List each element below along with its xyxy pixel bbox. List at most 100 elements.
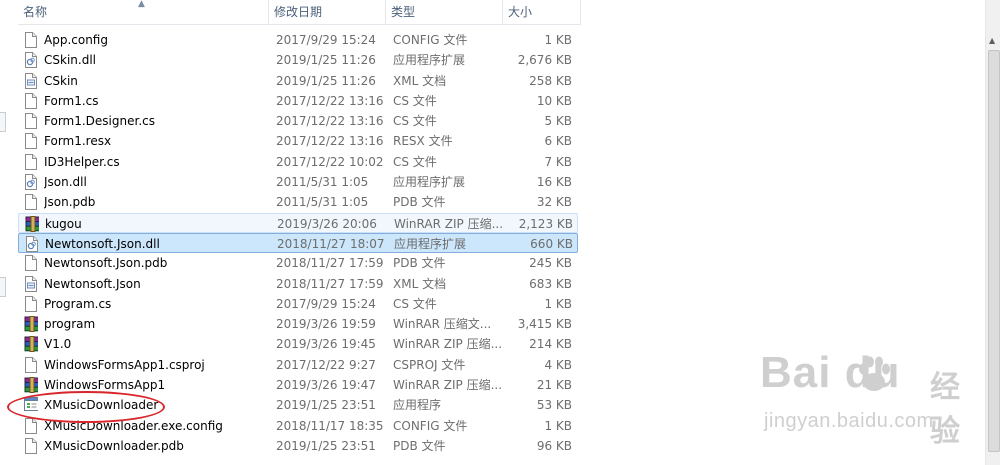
file-size: 1 KB	[544, 418, 572, 433]
file-name: Newtonsoft.Json	[44, 276, 141, 291]
file-modified-date: 2018/11/17 18:35	[276, 418, 384, 433]
file-icon	[24, 133, 38, 150]
file-icon	[24, 92, 38, 109]
file-type: CS 文件	[393, 114, 437, 129]
file-type: 应用程序扩展	[394, 236, 467, 251]
file-type: WinRAR ZIP 压缩...	[393, 378, 503, 393]
column-header-date-label: 修改日期	[274, 5, 323, 19]
file-size: 245 KB	[529, 256, 572, 271]
dll-file-icon	[24, 52, 38, 69]
file-type: XML 文档	[393, 276, 447, 291]
column-header-type[interactable]: 类型	[386, 0, 503, 24]
file-name: Newtonsoft.Json.pdb	[44, 256, 168, 271]
baidu-jingyan-watermark: Bai du 经验 jingyan.baidu.com	[760, 348, 980, 448]
file-type: RESX 文件	[393, 134, 453, 149]
file-name: Form1.Designer.cs	[44, 114, 155, 129]
file-size: 5 KB	[544, 114, 572, 129]
file-icon	[24, 194, 38, 211]
file-row[interactable]: Json.pdb 2011/5/31 1:05 PDB 文件 32 KB	[18, 192, 578, 212]
file-row[interactable]: Form1.resx 2017/12/22 13:16 RESX 文件 6 KB	[18, 131, 578, 151]
scroll-up-arrow-icon[interactable]: ▲	[989, 36, 995, 45]
file-modified-date: 2017/12/22 10:02	[276, 154, 384, 169]
watermark-url: jingyan.baidu.com	[764, 410, 934, 432]
file-name: Form1.resx	[44, 134, 112, 149]
scrollbar-thumb[interactable]	[988, 50, 1000, 452]
file-name: program	[44, 317, 96, 332]
file-row[interactable]: CSkin 2019/1/25 11:26 XML 文档 258 KB	[18, 71, 578, 91]
file-type: 应用程序扩展	[393, 53, 466, 68]
file-modified-date: 2019/3/26 19:47	[276, 378, 376, 393]
file-row[interactable]: XMusicDownloader.pdb 2019/1/25 23:51 PDB 文…	[18, 436, 578, 456]
file-row[interactable]: V1.0 2019/3/26 19:45 WinRAR ZIP 压缩... 214 K…	[18, 334, 578, 354]
file-size: 214 KB	[529, 337, 572, 352]
file-size: 2,123 KB	[518, 216, 573, 231]
file-size: 4 KB	[544, 357, 572, 372]
winrar-archive-icon	[24, 316, 38, 333]
file-size: 96 KB	[536, 438, 572, 453]
pane-splitter-tab[interactable]	[0, 112, 6, 132]
file-name: WindowsFormsApp1.csproj	[44, 357, 205, 372]
file-row[interactable]: CSkin.dll 2019/1/25 11:26 应用程序扩展 2,676 KB	[18, 50, 578, 70]
file-row[interactable]: WindowsFormsApp1.csproj 2017/12/22 9:27 CS…	[18, 355, 578, 375]
vertical-scrollbar[interactable]: ▲	[985, 0, 1000, 465]
column-header-type-label: 类型	[391, 5, 416, 19]
file-row[interactable]: Form1.Designer.cs 2017/12/22 13:16 CS 文件 5 …	[18, 111, 578, 131]
xml-file-icon	[24, 72, 38, 89]
file-size: 7 KB	[544, 154, 572, 169]
file-modified-date: 2018/11/27 18:07	[277, 236, 385, 251]
file-name: CSkin.dll	[44, 53, 96, 68]
baidu-paw-icon	[859, 356, 890, 391]
file-type: CS 文件	[393, 93, 437, 108]
file-type: PDB 文件	[393, 195, 446, 210]
file-row[interactable]: App.config 2017/9/29 15:24 CONFIG 文件 1 KB	[18, 30, 578, 50]
file-size: 1 KB	[544, 296, 572, 311]
file-row[interactable]: program 2019/3/26 19:59 WinRAR 压缩文... 3,415…	[18, 314, 578, 334]
file-modified-date: 2019/1/25 11:26	[276, 53, 376, 68]
file-modified-date: 2017/12/22 13:16	[276, 114, 384, 129]
file-modified-date: 2011/5/31 1:05	[276, 195, 369, 210]
column-header-bar: 名称 ▲ 修改日期 类型 大小	[18, 0, 581, 25]
pane-splitter-tab[interactable]	[0, 277, 6, 297]
file-name: Form1.cs	[44, 93, 99, 108]
file-row[interactable]: Form1.cs 2017/12/22 13:16 CS 文件 10 KB	[18, 91, 578, 111]
file-icon	[24, 437, 38, 454]
file-modified-date: 2019/3/26 19:59	[276, 317, 376, 332]
file-type: WinRAR 压缩文...	[393, 317, 492, 332]
file-modified-date: 2017/12/22 9:27	[276, 357, 376, 372]
file-size: 2,676 KB	[517, 53, 572, 68]
file-modified-date: 2017/9/29 15:24	[276, 33, 376, 47]
file-modified-date: 2019/1/25 11:26	[276, 73, 376, 88]
file-row[interactable]: Newtonsoft.Json.pdb 2018/11/27 17:59 PDB 文…	[18, 253, 578, 273]
file-row[interactable]: kugou 2019/3/26 20:06 WinRAR ZIP 压缩... 2,12…	[18, 212, 578, 233]
column-header-size[interactable]: 大小	[503, 0, 581, 24]
file-size: 32 KB	[536, 195, 572, 210]
file-modified-date: 2019/3/26 20:06	[277, 216, 377, 231]
file-type: CONFIG 文件	[393, 418, 468, 433]
file-type: CONFIG 文件	[393, 33, 468, 47]
file-icon	[24, 153, 38, 170]
file-row-selected[interactable]: Newtonsoft.Json.dll 2018/11/27 18:07 应用程序扩…	[18, 232, 578, 254]
file-modified-date: 2019/3/26 19:45	[276, 337, 376, 352]
file-row[interactable]: Newtonsoft.Json 2018/11/27 17:59 XML 文档 683…	[18, 274, 578, 294]
file-row[interactable]: Program.cs 2017/9/29 15:24 CS 文件 1 KB	[18, 294, 578, 314]
column-header-date[interactable]: 修改日期	[269, 0, 386, 24]
file-modified-date: 2017/12/22 13:16	[276, 134, 384, 149]
file-icon	[24, 113, 38, 130]
file-name: Program.cs	[44, 296, 112, 311]
file-name: V1.0	[44, 337, 72, 352]
column-header-size-label: 大小	[508, 5, 533, 19]
winrar-archive-icon	[24, 336, 38, 353]
file-size: 10 KB	[536, 93, 572, 108]
file-name: App.config	[44, 33, 108, 47]
file-type: CS 文件	[393, 296, 437, 311]
file-row[interactable]: ID3Helper.cs 2017/12/22 10:02 CS 文件 7 KB	[18, 152, 578, 172]
file-type: WinRAR ZIP 压缩...	[394, 216, 504, 231]
file-size: 21 KB	[536, 378, 572, 393]
file-modified-date: 2011/5/31 1:05	[276, 175, 369, 190]
column-header-name[interactable]: 名称 ▲	[18, 0, 269, 24]
file-name: Json.pdb	[44, 195, 96, 210]
file-type: PDB 文件	[393, 438, 446, 453]
file-modified-date: 2017/9/29 15:24	[276, 296, 376, 311]
file-size: 1 KB	[544, 33, 572, 47]
file-row[interactable]: Json.dll 2011/5/31 1:05 应用程序扩展 16 KB	[18, 172, 578, 192]
